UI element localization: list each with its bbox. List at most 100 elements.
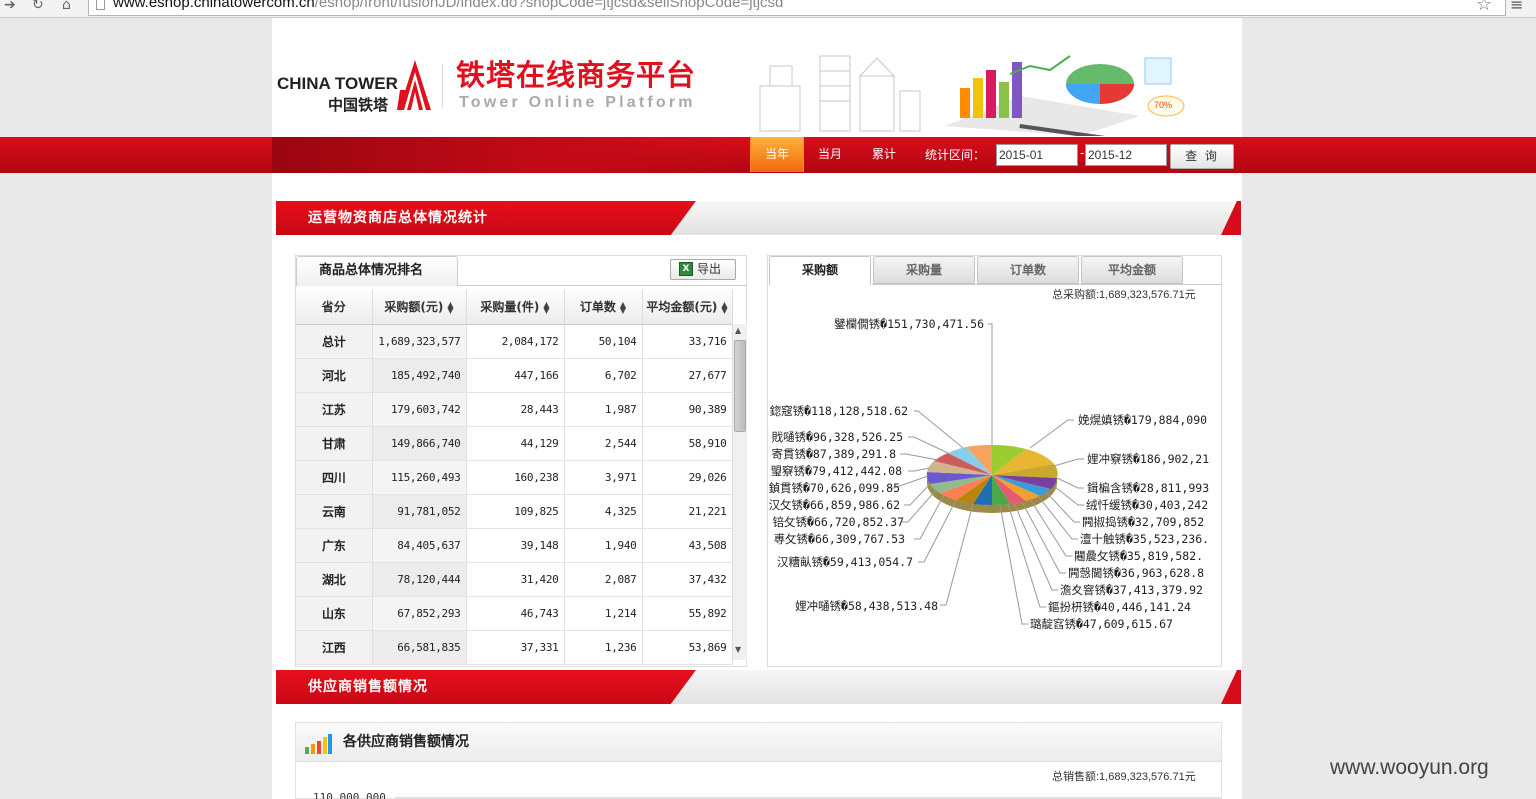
sort-icon[interactable]: ▲ ▼	[543, 300, 549, 314]
purchase-quantity-cell: 39,148	[466, 528, 565, 563]
purchase-amount-cell: 1,689,323,577	[372, 324, 467, 359]
tab-purchase-amount[interactable]: 采购额	[769, 256, 871, 285]
column-header-average-amount[interactable]: 平均金额(元) ▲ ▼	[642, 290, 733, 325]
overview-section-banner: 运营物资商店总体情况统计	[276, 201, 1241, 235]
forward-arrow-icon[interactable]: ➔	[4, 0, 16, 13]
supplier-chart-title: 各供应商销售额情况	[343, 734, 469, 750]
purchase-quantity-cell: 44,129	[466, 426, 565, 461]
order-count-cell: 3,971	[564, 460, 643, 495]
tab-underline	[458, 285, 747, 286]
sort-icon[interactable]: ▲ ▼	[447, 300, 453, 314]
average-amount-cell: 43,508	[642, 528, 733, 563]
date-range-dash: -	[1080, 146, 1085, 160]
purchase-amount-cell: 84,405,637	[372, 528, 467, 563]
nav-current-month[interactable]: 当月	[808, 137, 852, 172]
average-amount-cell: 58,910	[642, 426, 733, 461]
purchase-quantity-cell: 109,825	[466, 494, 565, 529]
reload-icon[interactable]: ↻	[32, 0, 44, 13]
ranking-table: 省分 采购额(元) ▲ ▼ 采购量(件) ▲ ▼ 订单数 ▲ ▼ 平均金额(元) ▲ ▼ 总计 1…	[296, 290, 733, 665]
logo-english: CHINA TOWER	[277, 74, 398, 93]
province-cell: 四川	[296, 460, 373, 495]
table-row: 云南 91,781,052 109,825 4,325 21,221	[296, 494, 733, 529]
table-row: 江西 66,581,835 37,331 1,236 53,869	[296, 630, 733, 665]
address-bar[interactable]: www.eshop.chinatowercom.cn/eshop/front/f…	[88, 0, 1506, 16]
pie-label: 鍞貫锈�70,626,099.85	[769, 481, 900, 495]
column-header-order-count[interactable]: 订单数 ▲ ▼	[564, 290, 643, 325]
start-date-input[interactable]	[996, 144, 1078, 166]
pie-label: 锫攵锈�66,720,852.37	[773, 515, 905, 529]
pie-label: 澶十触锈�35,523,236.	[1080, 532, 1209, 546]
pie-label: 鐾欄僩锈�151,730,471.56	[834, 317, 984, 331]
purchase-quantity-cell: 31,420	[466, 562, 565, 597]
platform-subtitle: Tower Online Platform	[459, 94, 696, 111]
purchase-quantity-cell: 46,743	[466, 596, 565, 631]
sort-icon[interactable]: ▲ ▼	[721, 300, 727, 314]
bar-chart-icon	[305, 734, 332, 754]
pie-label: 鍃窛锈�118,128,518.62	[770, 404, 908, 418]
order-count-cell: 4,325	[564, 494, 643, 529]
excel-icon: X	[679, 262, 693, 276]
end-date-input[interactable]	[1085, 144, 1167, 166]
purchase-quantity-cell: 37,331	[466, 630, 565, 665]
scroll-up-arrow-icon[interactable]: ▲	[735, 326, 741, 335]
province-cell: 江西	[296, 630, 373, 665]
column-header-purchase-quantity[interactable]: 采购量(件) ▲ ▼	[466, 290, 565, 325]
pie-label: 闁掓捣锈�32,709,852	[1082, 515, 1204, 529]
purchase-quantity-cell: 2,084,172	[466, 324, 565, 359]
platform-title: 铁塔在线商务平台	[456, 58, 697, 92]
url-path: /eshop/front/fusionJD/index.do?shopCode=…	[314, 0, 784, 11]
average-amount-cell: 53,869	[642, 630, 733, 665]
pie-label: 澹夊窨锈�37,413,379.92	[1060, 583, 1203, 597]
table-row: 四川 115,260,493 160,238 3,971 29,026	[296, 460, 733, 495]
table-row: 江苏 179,603,742 28,443 1,987 90,389	[296, 392, 733, 427]
purchase-amount-cell: 115,260,493	[372, 460, 467, 495]
average-amount-cell: 55,892	[642, 596, 733, 631]
sort-icon[interactable]: ▲ ▼	[620, 300, 626, 314]
province-cell: 湖北	[296, 562, 373, 597]
logo-divider	[442, 64, 443, 108]
tab-order-count[interactable]: 订单数	[977, 256, 1079, 284]
order-count-cell: 2,544	[564, 426, 643, 461]
table-row: 甘肃 149,866,740 44,129 2,544 58,910	[296, 426, 733, 461]
purchase-amount-cell: 91,781,052	[372, 494, 467, 529]
column-header-purchase-amount[interactable]: 采购额(元) ▲ ▼	[372, 290, 467, 325]
pie-label: 鏂扮枅锈�40,446,141.24	[1048, 600, 1191, 614]
url-host: www.eshop.chinatowercom.cn	[113, 0, 315, 11]
order-count-cell: 6,702	[564, 358, 643, 393]
province-cell: 总计	[296, 324, 373, 359]
province-cell: 云南	[296, 494, 373, 529]
home-icon[interactable]: ⌂	[62, 0, 71, 13]
query-button[interactable]: 查 询	[1170, 144, 1234, 169]
menu-icon[interactable]: ≡	[1510, 0, 1523, 14]
average-amount-cell: 29,026	[642, 460, 733, 495]
watermark: www.wooyun.org	[1330, 756, 1489, 779]
svg-text:70%: 70%	[1154, 100, 1172, 110]
pie-label: 娌冲竂锈�186,902,21	[1087, 452, 1209, 466]
average-amount-cell: 37,432	[642, 562, 733, 597]
tab-purchase-quantity[interactable]: 采购量	[873, 256, 975, 284]
scrollbar-thumb[interactable]	[734, 340, 746, 432]
bookmark-star-icon[interactable]: ☆	[1476, 0, 1492, 15]
pie-label: 汉攵锈�66,859,986.62	[769, 498, 900, 512]
scroll-down-arrow-icon[interactable]: ▼	[735, 645, 741, 654]
pie-label: 鍓楄含锈�28,811,993	[1087, 481, 1209, 495]
pie-label: 戝嗵锈�96,328,526.25	[772, 430, 903, 444]
pie-label: 闀曟攵锈�35,819,582.	[1074, 549, 1203, 563]
province-cell: 河北	[296, 358, 373, 393]
tab-product-ranking[interactable]: 商品总体情况排名	[296, 256, 458, 286]
tab-average-amount[interactable]: 平均金额	[1081, 256, 1183, 284]
nav-current-year[interactable]: 当年	[750, 137, 804, 172]
pie-label: 寄貫锈�87,389,291.8	[771, 447, 896, 461]
supplier-section-title: 供应商销售额情况	[308, 679, 428, 695]
column-header-province[interactable]: 省分	[296, 290, 373, 325]
table-row: 湖北 78,120,444 31,420 2,087 37,432	[296, 562, 733, 597]
nav-cumulative[interactable]: 累计	[862, 137, 906, 172]
purchase-amount-cell: 78,120,444	[372, 562, 467, 597]
purchase-amount-cell: 67,852,293	[372, 596, 467, 631]
table-row: 总计 1,689,323,577 2,084,172 50,104 33,716	[296, 324, 733, 359]
purchase-amount-cell: 185,492,740	[372, 358, 467, 393]
date-range-label: 统计区间：	[925, 148, 986, 162]
table-row: 山东 67,852,293 46,743 1,214 55,892	[296, 596, 733, 631]
overview-section-title: 运营物资商店总体情况统计	[308, 210, 488, 226]
order-count-cell: 1,940	[564, 528, 643, 563]
